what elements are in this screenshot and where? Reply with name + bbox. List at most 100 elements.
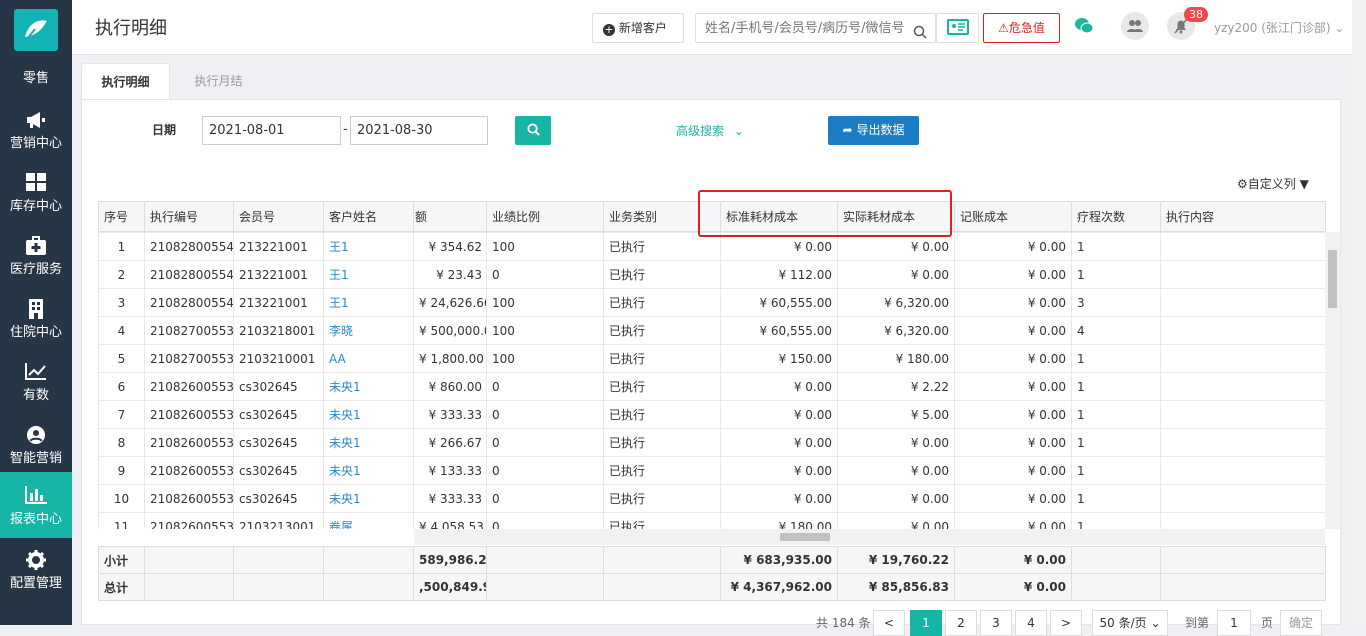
search-button[interactable] xyxy=(515,116,551,145)
sidebar-item-medical[interactable]: 医疗服务 xyxy=(0,226,72,289)
page-scrollbar[interactable] xyxy=(1352,0,1366,625)
danger-value-button[interactable]: ⚠危急值 xyxy=(983,13,1060,43)
cell-customer-name[interactable]: 未央1 xyxy=(323,456,414,485)
header-customer-name[interactable]: 客户姓名 xyxy=(323,201,414,232)
cell-amount: ¥ 500,000.00 xyxy=(413,316,487,345)
search-icon xyxy=(526,121,540,140)
cell-customer-name[interactable]: 王1 xyxy=(323,260,414,289)
sidebar-item-inpatient[interactable]: 住院中心 xyxy=(0,289,72,352)
cell-customer-name[interactable]: 未央1 xyxy=(323,400,414,429)
table-summary: 小计 589,986.26 ¥ 683,935.00¥ 19,760.22¥ 0.0… xyxy=(98,546,1326,601)
app-logo[interactable] xyxy=(14,9,58,51)
cell-actual-cost: ¥ 2.22 xyxy=(837,372,955,401)
cell-business-type: 已执行 xyxy=(603,484,721,513)
header-member-no[interactable]: 会员号 xyxy=(233,201,324,232)
cell-perf-ratio: 0 xyxy=(486,484,604,513)
sidebar-item-marketing[interactable]: 营销中心 xyxy=(0,100,72,163)
table-scrollbar-vertical[interactable] xyxy=(1325,232,1340,529)
cell-customer-name[interactable]: 未央1 xyxy=(323,428,414,457)
double-chevron-down-icon: ⌄ xyxy=(733,124,744,138)
search-box[interactable] xyxy=(695,13,936,43)
users-icon[interactable] xyxy=(1121,12,1149,40)
cell-customer-name[interactable]: 卷属 xyxy=(323,512,414,529)
sidebar-item-label: 智能营销 xyxy=(9,451,62,466)
table-row[interactable]: 42108270055392103218001李晓¥ 500,000.00100… xyxy=(98,316,1325,345)
header-exec-content[interactable]: 执行内容 xyxy=(1160,201,1326,232)
cell-member-no: cs302645 xyxy=(233,484,324,513)
cell-customer-name[interactable]: 未央1 xyxy=(323,484,414,513)
goto-confirm-button[interactable]: 确定 xyxy=(1280,610,1322,636)
wechat-icon[interactable] xyxy=(1074,17,1094,39)
sidebar-item-inventory[interactable]: 库存中心 xyxy=(0,163,72,226)
table-row[interactable]: 9 210826005534 cs302645 未央1 ¥ 133.33 0 已执行 ¥ 0.… xyxy=(98,456,1325,485)
pagination-page[interactable]: 3 xyxy=(980,610,1012,636)
new-customer-label: 新增客户 xyxy=(618,21,667,35)
table-row[interactable]: 2 210828005542 213221001 王1 ¥ 23.43 0 已执行 ¥ 112… xyxy=(98,260,1325,289)
pagination-page[interactable]: 2 xyxy=(945,610,977,636)
advanced-search-toggle[interactable]: 高级搜索 ⌄ xyxy=(676,122,744,139)
table-row[interactable]: 10 210826005533 cs302645 未央1 ¥ 333.33 0 已执行 ¥ 0… xyxy=(98,484,1325,513)
header-business-type[interactable]: 业务类别 xyxy=(603,201,721,232)
table-scrollbar-horizontal[interactable] xyxy=(414,529,1325,545)
cell-index: 1 xyxy=(98,232,145,261)
cell-business-type: 已执行 xyxy=(603,372,721,401)
cell-perf-ratio: 100 xyxy=(486,344,604,373)
user-menu[interactable]: yzy200 (张江门诊部) ⌄ xyxy=(1214,19,1344,36)
id-card-button[interactable] xyxy=(936,13,979,43)
table-row[interactable]: 8 210826005535 cs302645 未央1 ¥ 266.67 0 已执行 ¥ 0.… xyxy=(98,428,1325,457)
medical-kit-icon xyxy=(0,236,72,258)
cell-customer-name[interactable]: 王1 xyxy=(323,288,414,317)
header-standard-cost[interactable]: 标准耗材成本 xyxy=(720,201,838,232)
cell-book-cost: ¥ 0.00 xyxy=(954,260,1072,289)
share-arrow-icon: ➦ xyxy=(842,123,853,137)
subtotal-row: 小计 589,986.26 ¥ 683,935.00¥ 19,760.22¥ 0.0… xyxy=(98,546,1326,574)
table-header: 序号 执行编号 会员号 客户姓名额业绩比例 业务类别 标准耗材成本 实际耗材成本 记账成本 疗程… xyxy=(98,201,1326,232)
search-input[interactable] xyxy=(696,15,906,42)
header-book-cost[interactable]: 记账成本 xyxy=(954,201,1072,232)
pagination-page[interactable]: 4 xyxy=(1015,610,1047,636)
tab-execution-monthly[interactable]: 执行月结 xyxy=(176,63,261,99)
header-perf-ratio[interactable]: 业绩比例 xyxy=(486,201,604,232)
cell-perf-ratio: 0 xyxy=(486,400,604,429)
sidebar-item-reports[interactable]: 报表中心 xyxy=(0,472,72,538)
header-actual-cost[interactable]: 实际耗材成本 xyxy=(837,201,955,232)
end-date-input[interactable]: 2021-08-30 xyxy=(350,116,488,145)
tab-execution-detail[interactable]: 执行明细 xyxy=(81,63,170,99)
bar-chart-icon xyxy=(0,486,72,508)
table-row[interactable]: 3 210828005540 213221001 王1 ¥ 24,626.66 100 已执… xyxy=(98,288,1325,317)
header-course-count[interactable]: 疗程次数 xyxy=(1071,201,1161,232)
advanced-search-label: 高级搜索 xyxy=(676,124,725,138)
cell-actual-cost: ¥ 0.00 xyxy=(837,232,955,261)
table-row[interactable]: 6 210826005537 cs302645 未央1 ¥ 860.00 0 已执行 ¥ 0.… xyxy=(98,372,1325,401)
pagination-page[interactable]: 1 xyxy=(910,610,942,636)
search-icon[interactable] xyxy=(913,21,927,49)
table-row[interactable]: 1 210828005541 213221001 王1 ¥ 354.62 100 已执行 ¥ … xyxy=(98,232,1325,261)
cell-customer-name[interactable]: AA xyxy=(323,344,414,373)
cell-customer-name[interactable]: 未央1 xyxy=(323,372,414,401)
pagination-next[interactable]: > xyxy=(1050,610,1082,636)
custom-columns-dropdown[interactable]: ⚙自定义列 ▼ xyxy=(1237,175,1309,192)
cell-actual-cost: ¥ 6,320.00 xyxy=(837,316,955,345)
cell-customer-name[interactable]: 王1 xyxy=(323,232,414,261)
cell-exec-no: 210828005542 xyxy=(144,260,234,289)
sidebar-item-smart-marketing[interactable]: 智能营销 xyxy=(0,415,72,478)
header-exec-no[interactable]: 执行编号 xyxy=(144,201,234,232)
cell-book-cost: ¥ 0.00 xyxy=(954,512,1072,529)
pagination-prev[interactable]: < xyxy=(873,610,905,636)
cell-customer-name[interactable]: 李晓 xyxy=(323,316,414,345)
new-customer-button[interactable]: + 新增客户 xyxy=(592,13,684,43)
header-amount[interactable]: 额 xyxy=(413,201,487,232)
sidebar-item-data[interactable]: 有数 xyxy=(0,352,72,415)
goto-page-input[interactable]: 1 xyxy=(1217,610,1251,636)
cell-course-count: 1 xyxy=(1071,372,1161,401)
table-row[interactable]: 7 210826005536 cs302645 未央1 ¥ 333.33 0 已执行 ¥ 0.… xyxy=(98,400,1325,429)
start-date-input[interactable]: 2021-08-01 xyxy=(202,116,341,145)
header-index[interactable]: 序号 xyxy=(98,201,145,232)
table-row[interactable]: 5 210827005538 2103210001 AA ¥ 1,800.00 100 已执… xyxy=(98,344,1325,373)
cell-standard-cost: ¥ 0.00 xyxy=(720,400,838,429)
table-row[interactable]: 11 210826005532 2103213001 卷属 ¥ 4,058.53 0 已执行… xyxy=(98,512,1325,529)
sidebar-item-settings[interactable]: 配置管理 xyxy=(0,540,72,603)
page-size-select[interactable]: 50 条/页 ⌄ xyxy=(1092,610,1168,636)
caret-down-icon: ▼ xyxy=(1299,177,1309,191)
export-data-button[interactable]: ➦ 导出数据 xyxy=(828,116,919,145)
